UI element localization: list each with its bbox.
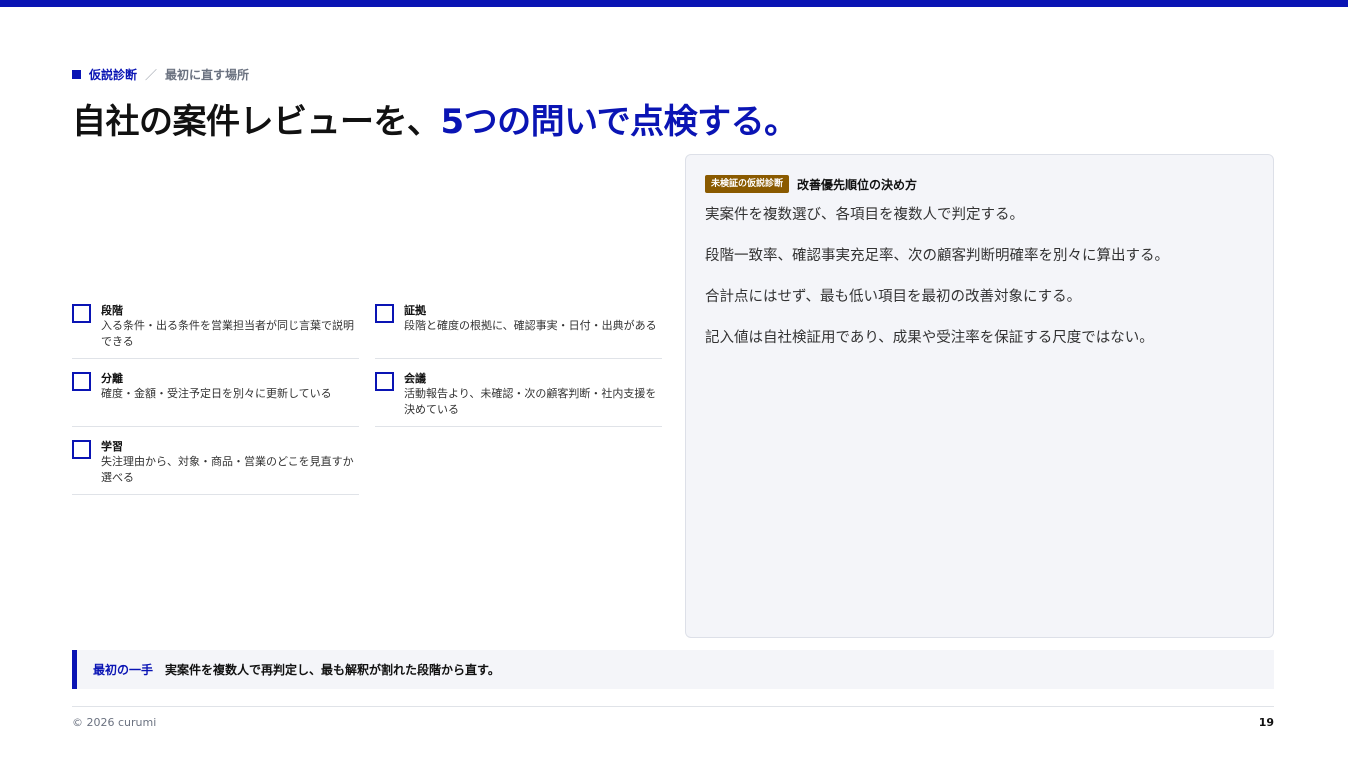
checkbox-icon[interactable] <box>375 304 394 323</box>
checklist-item-stage: 段階 入る条件・出る条件を営業担当者が同じ言葉で説明できる <box>72 303 359 359</box>
breadcrumb-separator: ／ <box>145 68 158 82</box>
checklist-item-description: 段階と確度の根拠に、確認事実・日付・出典がある <box>404 319 657 332</box>
subsection-label: 最初に直す場所 <box>165 68 250 82</box>
checkbox-icon[interactable] <box>375 372 394 391</box>
callout-label: 最初の一手 <box>93 663 154 677</box>
checkbox-icon[interactable] <box>72 440 91 459</box>
priority-panel: 未検証の仮説診断 改善優先順位の決め方 実案件を複数選び、各項目を複数人で判定す… <box>685 154 1274 638</box>
eyebrow: 仮説診断 ／ 最初に直す場所 <box>72 66 249 83</box>
square-bullet-icon <box>72 70 81 79</box>
checklist: 段階 入る条件・出る条件を営業担当者が同じ言葉で説明できる 証拠 段階と確度の根… <box>72 303 662 507</box>
copyright: © 2026 curumi <box>72 716 157 729</box>
checklist-item-heading: 証拠 <box>404 304 426 317</box>
panel-line: 合計点にはせず、最も低い項目を最初の改善対象にする。 <box>705 289 1082 305</box>
callout-body: 実案件を複数人で再判定し、最も解釈が割れた段階から直す。 <box>165 663 500 677</box>
checklist-item-learning: 学習 失注理由から、対象・商品・営業のどこを見直すか選べる <box>72 439 359 495</box>
top-accent-bar <box>0 0 1348 7</box>
checklist-item-description: 活動報告より、未確認・次の顧客判断・社内支援を決めている <box>404 387 657 416</box>
first-step-callout: 最初の一手 実案件を複数人で再判定し、最も解釈が割れた段階から直す。 <box>72 650 1274 689</box>
title-accent: 5つの問いで点検する。 <box>440 102 799 142</box>
checklist-item-heading: 学習 <box>101 440 123 453</box>
panel-line: 段階一致率、確認事実充足率、次の顧客判断明確率を別々に算出する。 <box>705 248 1169 264</box>
panel-header: 未検証の仮説診断 改善優先順位の決め方 <box>705 175 1254 193</box>
checklist-item-heading: 会議 <box>404 372 426 385</box>
checkbox-icon[interactable] <box>72 372 91 391</box>
section-label: 仮説診断 <box>89 68 138 82</box>
panel-title: 改善優先順位の決め方 <box>797 177 918 192</box>
checklist-item-meeting: 会議 活動報告より、未確認・次の顧客判断・社内支援を決めている <box>375 371 662 427</box>
page-title: 自社の案件レビューを、5つの問いで点検する。 <box>72 94 798 143</box>
checklist-item-description: 失注理由から、対象・商品・営業のどこを見直すか選べる <box>101 455 354 484</box>
checklist-item-evidence: 証拠 段階と確度の根拠に、確認事実・日付・出典がある <box>375 303 662 359</box>
footer-divider <box>72 706 1274 707</box>
hypothesis-badge: 未検証の仮説診断 <box>705 175 790 193</box>
checklist-item-heading: 段階 <box>101 304 123 317</box>
panel-line: 記入値は自社検証用であり、成果や受注率を保証する尺度ではない。 <box>705 330 1154 346</box>
checklist-item-description: 入る条件・出る条件を営業担当者が同じ言葉で説明できる <box>101 319 354 348</box>
panel-line: 実案件を複数選び、各項目を複数人で判定する。 <box>705 207 1024 223</box>
title-main: 自社の案件レビューを、 <box>72 102 441 142</box>
checklist-item-separation: 分離 確度・金額・受注予定日を別々に更新している <box>72 371 359 427</box>
checklist-item-heading: 分離 <box>101 372 123 385</box>
page-number: 19 <box>1258 716 1274 729</box>
checklist-item-description: 確度・金額・受注予定日を別々に更新している <box>101 387 332 400</box>
checkbox-icon[interactable] <box>72 304 91 323</box>
